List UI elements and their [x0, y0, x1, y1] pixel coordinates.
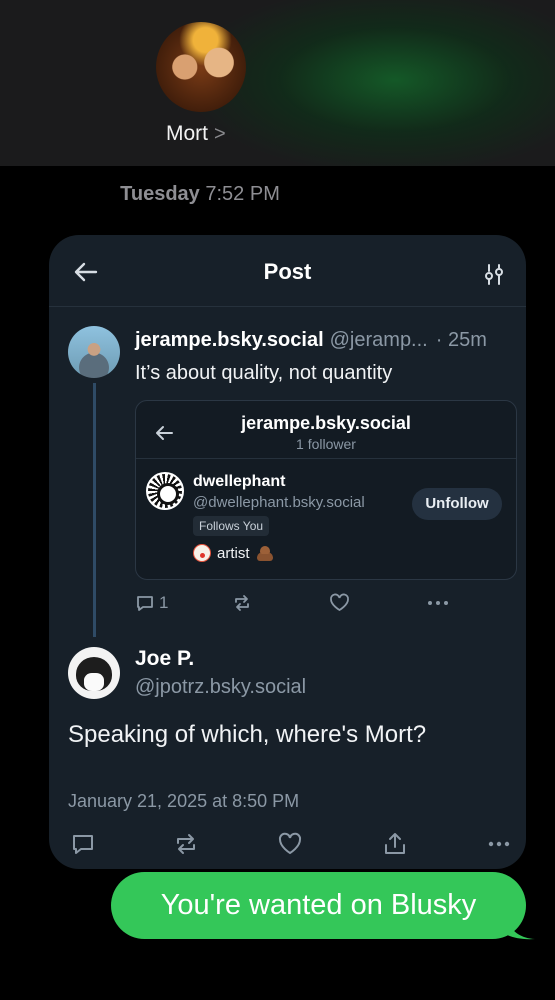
more-button[interactable] [426, 593, 450, 613]
main-post-text: Speaking of which, where's Mort? [68, 721, 427, 748]
author-display-name[interactable]: jerampe.bsky.social [135, 329, 324, 352]
conversation-header: Mort > [0, 0, 555, 166]
chevron-right-icon: > [214, 122, 226, 145]
reply-icon[interactable] [70, 831, 96, 857]
like-icon[interactable] [277, 831, 303, 857]
embed-subtitle: 1 follower [296, 436, 356, 452]
repost-icon [235, 595, 249, 611]
post-header-bar: Post [49, 235, 526, 307]
bluesky-post-screenshot[interactable]: Post jerampe.bsky.social @jeramp... · 25… [49, 235, 526, 869]
bio-text: artist [217, 544, 250, 562]
timestamp-time: 7:52 PM [205, 183, 280, 205]
reply-count: 1 [159, 593, 169, 612]
clown-emoji-icon [193, 544, 211, 562]
outgoing-message-bubble[interactable]: You're wanted on Blusky [111, 872, 526, 939]
post-age: · 25m [435, 329, 487, 351]
thread-connector [93, 383, 96, 637]
unfollow-button: Unfollow [412, 488, 502, 520]
parent-post-actions: 1 [135, 593, 455, 617]
timestamp-day: Tuesday [120, 183, 200, 205]
reply-icon [137, 596, 153, 611]
page-title: Post [263, 259, 312, 284]
like-button[interactable] [329, 593, 350, 613]
user-handle: @dwellephant.bsky.social [193, 494, 365, 511]
follows-you-badge: Follows You [193, 516, 270, 536]
repost-icon[interactable] [173, 831, 199, 857]
embed-header: jerampe.bsky.social 1 follower [136, 401, 516, 459]
contact-avatar[interactable] [156, 22, 246, 112]
user-display-name: dwellephant [193, 473, 286, 490]
contact-name: Mort [166, 122, 208, 145]
avatar [146, 472, 184, 510]
reply-button[interactable]: 1 [135, 593, 168, 613]
author-display-name[interactable]: Joe P. [135, 647, 194, 671]
like-icon [330, 593, 349, 612]
user-bio: artist [193, 544, 274, 562]
main-post-actions [68, 831, 518, 857]
sliders-icon[interactable] [482, 262, 506, 286]
contact-name-link[interactable]: Mort > [166, 122, 226, 146]
author-handle[interactable]: @jeramp... [330, 329, 428, 352]
repost-button[interactable] [232, 593, 252, 613]
poo-emoji-icon [256, 545, 274, 561]
message-timestamp: Tuesday 7:52 PM [0, 183, 400, 206]
avatar[interactable] [68, 647, 120, 699]
author-handle[interactable]: @jpotrz.bsky.social [135, 676, 306, 699]
post-date: January 21, 2025 at 8:50 PM [68, 791, 300, 811]
embedded-image[interactable]: jerampe.bsky.social 1 follower dwellepha… [135, 400, 517, 580]
embed-title: jerampe.bsky.social [241, 413, 411, 433]
more-icon[interactable] [486, 831, 512, 857]
more-icon [428, 601, 448, 605]
parent-post-header: jerampe.bsky.social @jeramp... · 25m [135, 329, 519, 352]
parent-post-text: It’s about quality, not quantity [135, 362, 393, 384]
share-icon[interactable] [382, 831, 408, 857]
avatar[interactable] [68, 326, 120, 378]
